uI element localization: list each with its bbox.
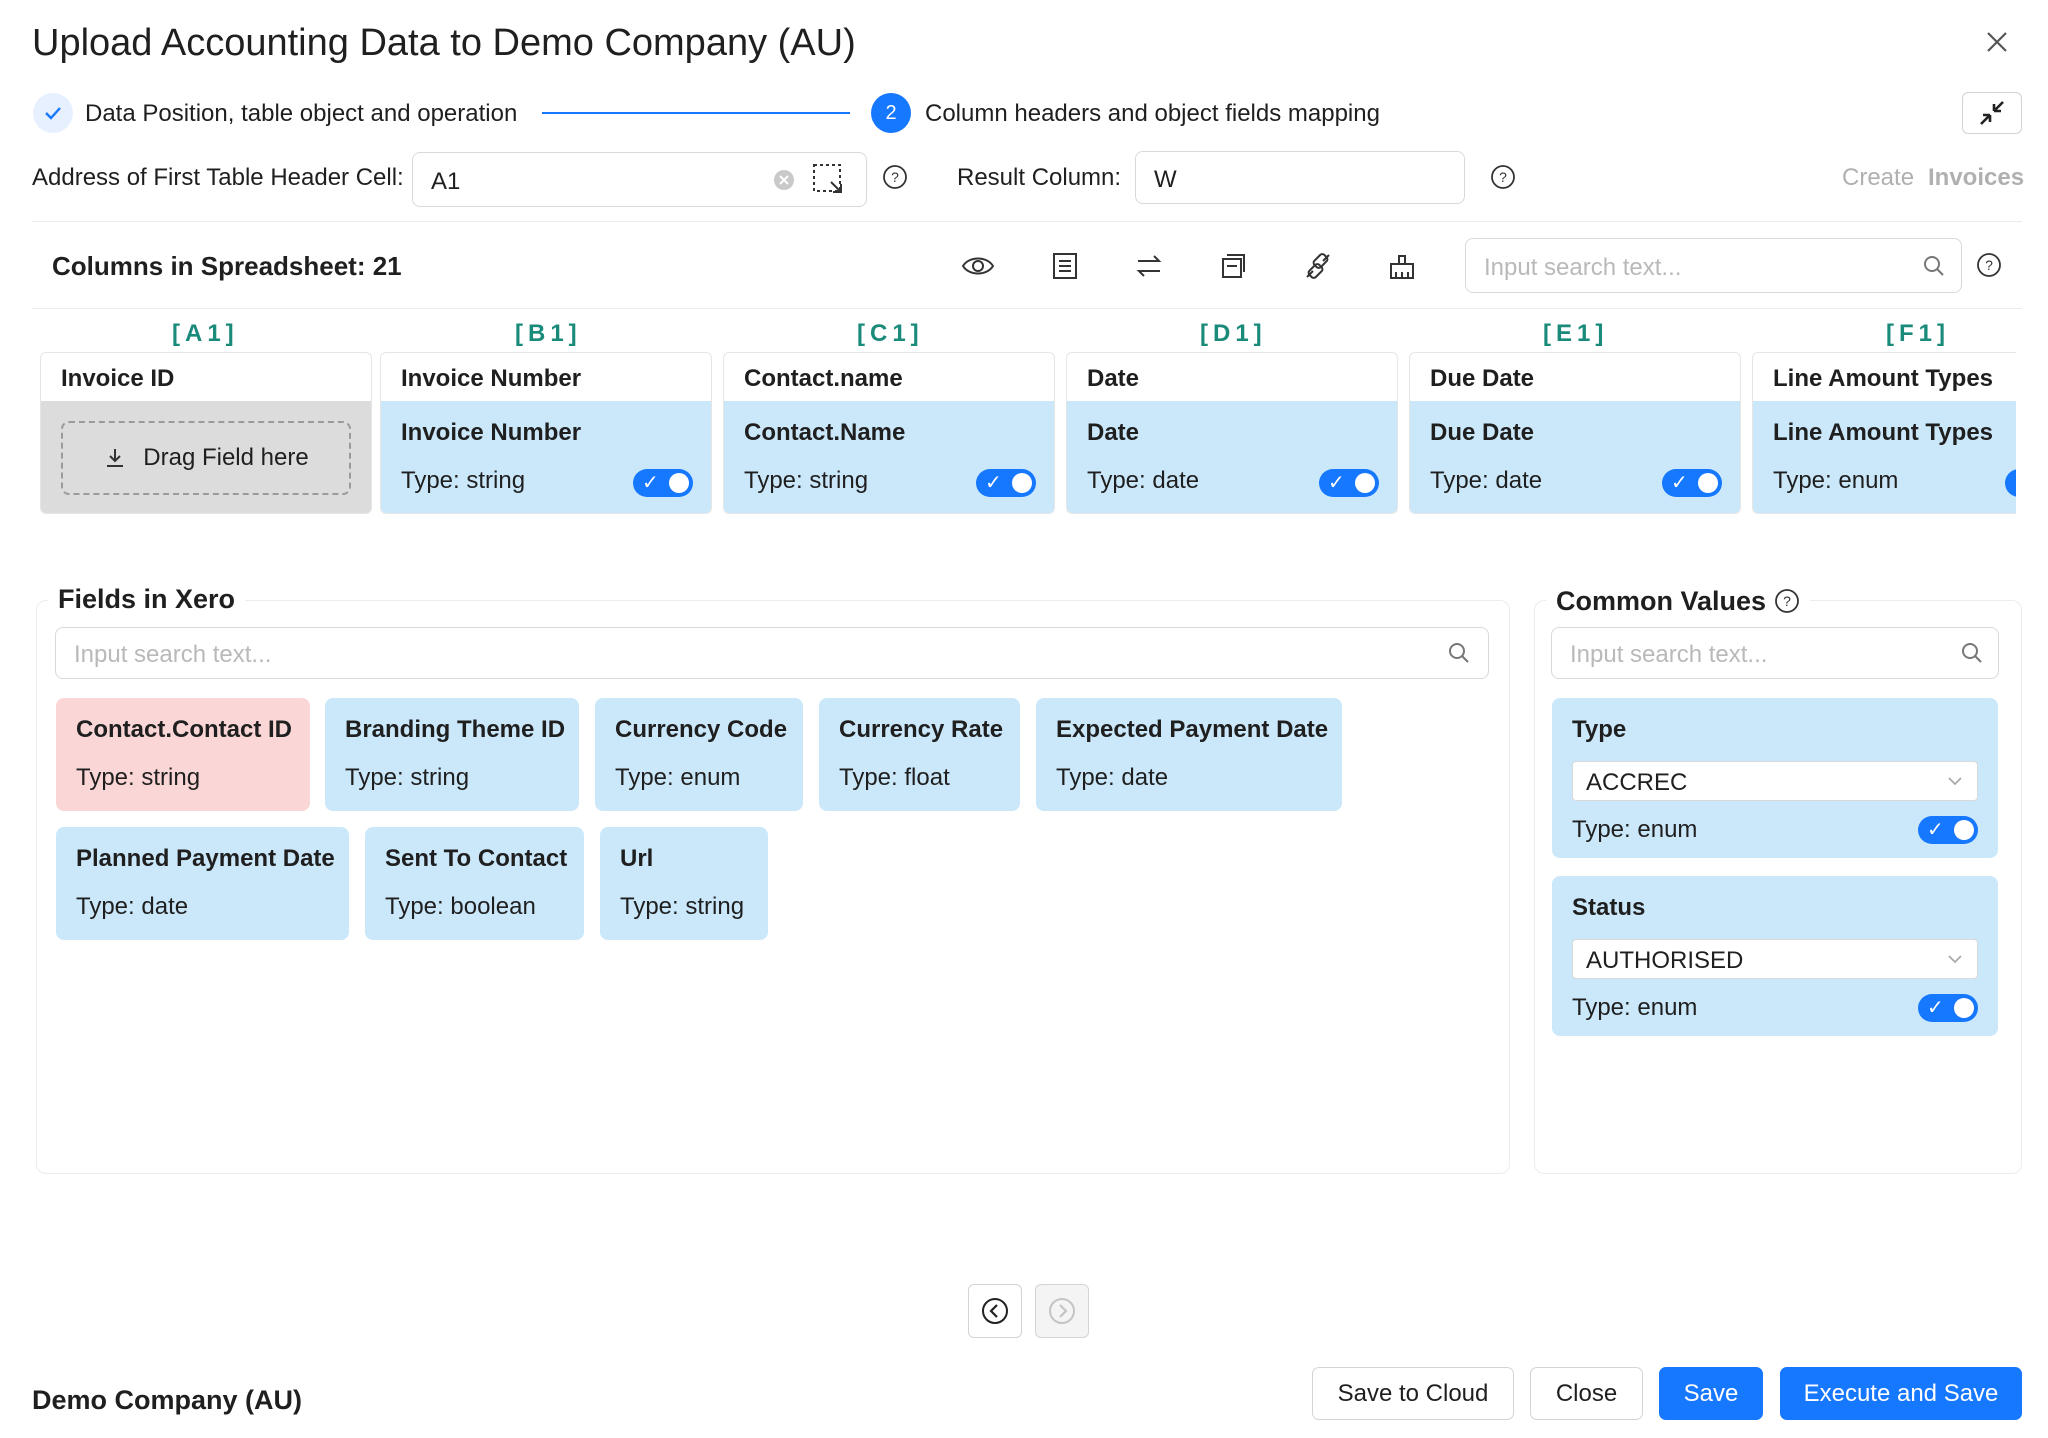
- common-values-search-input[interactable]: Input search text...: [1551, 627, 1999, 679]
- download-icon: [107, 449, 124, 467]
- enable-toggle[interactable]: ✓: [976, 469, 1036, 497]
- execute-and-save-button[interactable]: Execute and Save: [1780, 1367, 2022, 1420]
- column-header: Due Date: [1430, 365, 1535, 392]
- search-icon[interactable]: [1960, 641, 1984, 665]
- field-type: Type: enum: [615, 764, 741, 791]
- column-card-d1[interactable]: Date Date Type: date ✓: [1066, 352, 1398, 514]
- mapped-field[interactable]: Contact.Name Type: string ✓: [724, 401, 1054, 513]
- chevron-left-icon: [982, 1298, 1008, 1324]
- mapped-field[interactable]: Due Date Type: date ✓: [1410, 401, 1740, 513]
- previous-button[interactable]: [968, 1284, 1022, 1338]
- mapped-field-type: Type: string: [401, 467, 526, 494]
- field-card[interactable]: Sent To Contact Type: boolean: [365, 827, 584, 940]
- mapped-field[interactable]: Invoice Number Type: string ✓: [381, 401, 711, 513]
- drag-field-dropzone[interactable]: Drag Field here: [61, 421, 351, 495]
- common-values-help-icon[interactable]: ?: [1774, 588, 1800, 614]
- field-card[interactable]: Contact.Contact ID Type: string: [56, 698, 310, 811]
- columns-scroll-area[interactable]: Invoice ID Drag Field here Invoice Numbe…: [38, 0, 2016, 520]
- column-header: Contact.name: [744, 365, 903, 392]
- mapped-field-type: Type: date: [1087, 467, 1200, 494]
- field-card[interactable]: Currency Code Type: enum: [595, 698, 803, 811]
- mapped-field[interactable]: Line Amount Types Type: enum ✓: [1753, 401, 2016, 513]
- field-type: Type: float: [839, 764, 950, 791]
- enable-toggle[interactable]: ✓: [1918, 816, 1978, 844]
- field-card[interactable]: Currency Rate Type: float: [819, 698, 1020, 811]
- mapped-field-type: Type: date: [1430, 467, 1543, 494]
- company-name: Demo Company (AU): [32, 1385, 303, 1415]
- field-card[interactable]: Planned Payment Date Type: date: [56, 827, 349, 940]
- common-value-selected: ACCREC: [1586, 769, 1688, 796]
- mapped-field-type: Type: string: [744, 467, 869, 494]
- field-type: Type: date: [76, 893, 189, 920]
- field-type: Type: string: [76, 764, 201, 791]
- enable-toggle[interactable]: ✓: [1662, 469, 1722, 497]
- next-button[interactable]: [1035, 1284, 1089, 1338]
- common-value-label: Type: [1572, 716, 1627, 743]
- common-value-type: Type: enum: [1572, 816, 1698, 843]
- field-type: Type: boolean: [385, 893, 536, 920]
- common-value-card[interactable]: Type ACCREC Type: enum ✓: [1552, 698, 1998, 858]
- mapped-field-type: Type: enum: [1773, 467, 1899, 494]
- save-to-cloud-button[interactable]: Save to Cloud: [1312, 1367, 1514, 1420]
- drop-zone-area: Drag Field here: [41, 401, 371, 513]
- common-values-search-placeholder: Input search text...: [1570, 641, 1768, 668]
- mapped-field-name: Contact.Name: [744, 419, 906, 446]
- field-card[interactable]: Branding Theme ID Type: string: [325, 698, 579, 811]
- field-type: Type: string: [345, 764, 470, 791]
- common-values-heading: Common Values ?: [1546, 584, 1811, 618]
- column-header: Date: [1087, 365, 1140, 392]
- fields-search-input[interactable]: Input search text...: [55, 627, 1489, 679]
- enable-toggle[interactable]: ✓: [1918, 994, 1978, 1022]
- common-values-title: Common Values: [1556, 585, 1767, 616]
- common-value-selected: AUTHORISED: [1586, 947, 1744, 974]
- field-card[interactable]: Expected Payment Date Type: date: [1036, 698, 1342, 811]
- fields-panel-title: Fields in Xero: [48, 584, 246, 615]
- field-type: Type: date: [1056, 764, 1169, 791]
- column-card-f1[interactable]: Line Amount Types Line Amount Types Type…: [1752, 352, 2016, 514]
- field-name: Contact.Contact ID: [76, 716, 292, 743]
- field-name: Currency Rate: [839, 716, 1004, 743]
- svg-text:?: ?: [1783, 593, 1791, 609]
- fields-search-placeholder: Input search text...: [74, 641, 272, 668]
- column-header: Invoice Number: [401, 365, 582, 392]
- field-name: Sent To Contact: [385, 845, 568, 872]
- enable-toggle[interactable]: ✓: [633, 469, 693, 497]
- save-button[interactable]: Save: [1659, 1367, 1763, 1420]
- chevron-down-icon: [1948, 777, 1962, 786]
- field-name: Expected Payment Date: [1056, 716, 1329, 743]
- column-card-c1[interactable]: Contact.name Contact.Name Type: string ✓: [723, 352, 1055, 514]
- mapped-field[interactable]: Date Type: date ✓: [1067, 401, 1397, 513]
- field-name: Url: [620, 845, 654, 872]
- column-card-b1[interactable]: Invoice Number Invoice Number Type: stri…: [380, 352, 712, 514]
- common-value-select[interactable]: ACCREC: [1572, 761, 1978, 801]
- chevron-right-icon: [1049, 1298, 1075, 1324]
- field-type: Type: string: [620, 893, 745, 920]
- column-card-e1[interactable]: Due Date Due Date Type: date ✓: [1409, 352, 1741, 514]
- enable-toggle[interactable]: ✓: [1319, 469, 1379, 497]
- field-name: Planned Payment Date: [76, 845, 335, 872]
- close-button[interactable]: Close: [1530, 1367, 1643, 1420]
- enable-toggle[interactable]: ✓: [2005, 469, 2016, 497]
- field-name: Currency Code: [615, 716, 788, 743]
- mapped-field-name: Date: [1087, 419, 1140, 446]
- common-value-card[interactable]: Status AUTHORISED Type: enum ✓: [1552, 876, 1998, 1036]
- common-value-label: Status: [1572, 894, 1646, 921]
- column-header: Invoice ID: [61, 365, 175, 392]
- field-card[interactable]: Url Type: string: [600, 827, 768, 940]
- column-header: Line Amount Types: [1773, 365, 1994, 392]
- column-card-a1: Invoice ID Drag Field here: [40, 352, 372, 514]
- chevron-down-icon: [1948, 955, 1962, 964]
- mapped-field-name: Line Amount Types: [1773, 419, 1994, 446]
- common-value-type: Type: enum: [1572, 994, 1698, 1021]
- field-name: Branding Theme ID: [345, 716, 566, 743]
- mapped-field-name: Due Date: [1430, 419, 1535, 446]
- mapped-field-name: Invoice Number: [401, 419, 582, 446]
- search-icon[interactable]: [1447, 641, 1471, 665]
- drag-field-label: Drag Field here: [143, 444, 309, 471]
- common-value-select[interactable]: AUTHORISED: [1572, 939, 1978, 979]
